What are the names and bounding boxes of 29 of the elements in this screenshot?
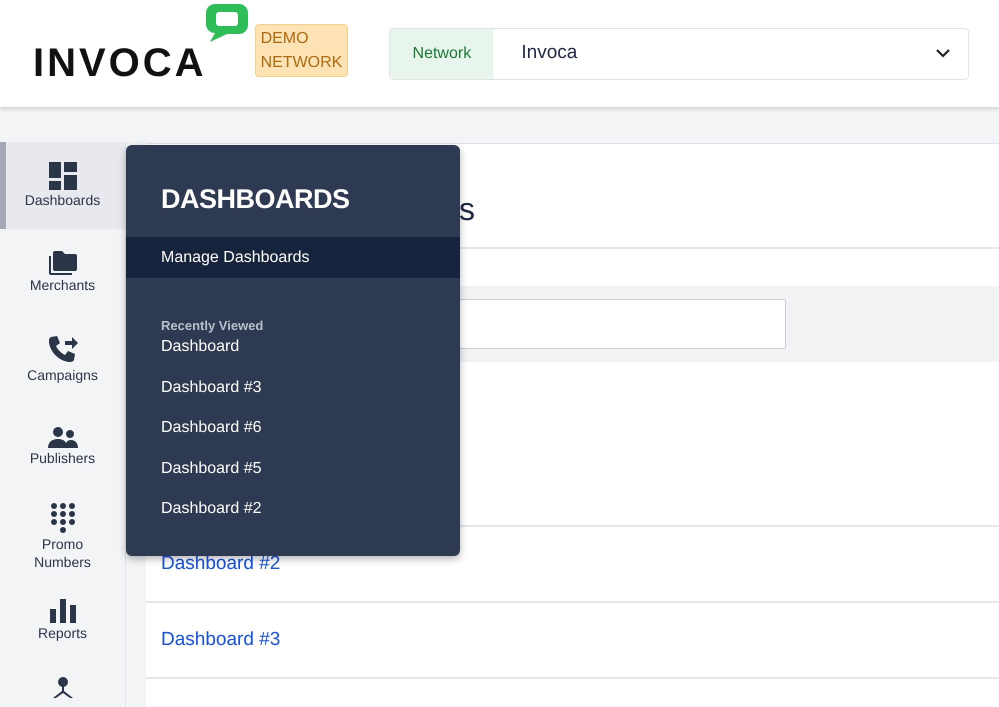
people-icon (48, 426, 78, 448)
demo-network-badge: DEMO NETWORK (254, 24, 348, 77)
dialpad-icon (50, 502, 76, 534)
sidebar-item[interactable]: Publishers (0, 403, 125, 490)
folder-icon (48, 250, 76, 275)
chevron-down-icon (936, 49, 950, 58)
phone-icon (48, 334, 78, 365)
chat-bubble-icon (204, 2, 249, 42)
logo-text: INVOCA (33, 40, 207, 86)
grid-icon (48, 162, 76, 190)
bar-chart-icon (50, 598, 76, 623)
recent-dashboard-link[interactable]: Dashboard (161, 338, 240, 355)
sidebar-item[interactable]: Merchants (0, 229, 125, 316)
recent-dashboard-link[interactable]: Dashboard #3 (161, 378, 262, 396)
page-heading: s (459, 190, 475, 228)
sidebar-item[interactable]: Dashboards (0, 142, 125, 229)
network-value: Invoca (520, 41, 578, 66)
dashboard-link[interactable]: Dashboard #3 (161, 626, 280, 654)
sidebar-item[interactable]: Reports (0, 577, 125, 664)
network-select[interactable]: Network Invoca (389, 28, 970, 80)
sidebar-item[interactable]: Promo Numbers (0, 490, 125, 577)
recent-dashboard-link[interactable]: Dashboard #5 (161, 460, 262, 477)
sidebar-item[interactable]: Campaigns (0, 316, 125, 403)
menu-item[interactable]: Manage Dashboards (126, 237, 460, 278)
network-label: Network (390, 28, 494, 78)
recent-dashboard-link[interactable]: Dashboard #6 (161, 419, 262, 436)
recent-dashboard-link[interactable]: Dashboard #2 (161, 500, 262, 518)
menu-title: DASHBOARDS (160, 183, 351, 216)
section-label: Recently Viewed (160, 317, 264, 335)
